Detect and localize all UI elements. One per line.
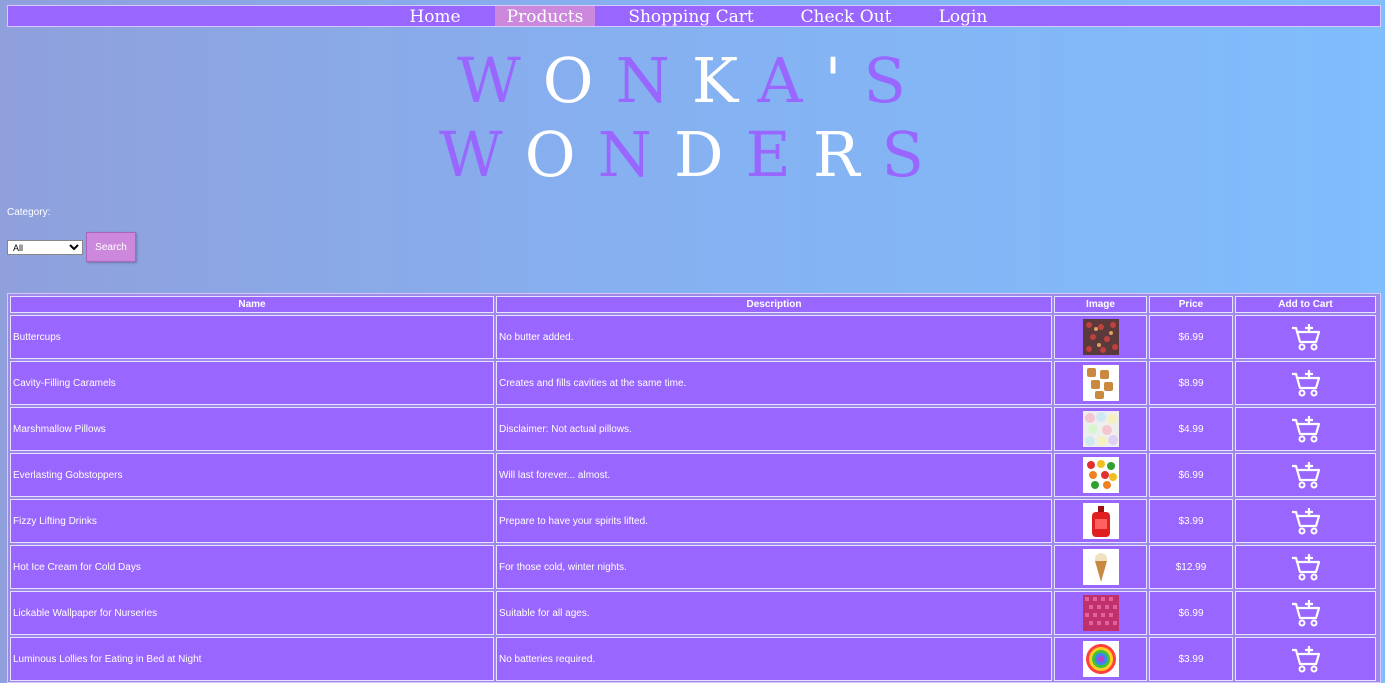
add-to-cart-button[interactable] [1235, 361, 1376, 405]
add-to-cart-button[interactable] [1235, 545, 1376, 589]
title-letter: D [673, 118, 746, 191]
header-price: Price [1149, 296, 1233, 313]
product-name: Fizzy Lifting Drinks [10, 499, 494, 543]
header-name: Name [10, 296, 494, 313]
title-letter: A [757, 44, 825, 117]
product-price: $3.99 [1149, 499, 1233, 543]
product-price: $6.99 [1149, 591, 1233, 635]
add-to-cart-button[interactable] [1235, 591, 1376, 635]
title-letter: S [863, 44, 928, 117]
caramels-image [1082, 365, 1119, 401]
product-description: No butter added. [496, 315, 1052, 359]
product-image-cell [1054, 315, 1147, 359]
table-row: Cavity-Filling Caramels Creates and fills… [10, 361, 1376, 405]
title-letter: W [457, 44, 543, 117]
product-name: Marshmallow Pillows [10, 407, 494, 451]
product-description: Creates and fills cavities at the same t… [496, 361, 1052, 405]
ice-cream-cone-image [1082, 549, 1119, 585]
title-letter: W [439, 118, 525, 191]
table-row: Buttercups No butter added. $6.99 [10, 315, 1376, 359]
product-price: $12.99 [1149, 545, 1233, 589]
table-row: Fizzy Lifting Drinks Prepare to have your… [10, 499, 1376, 543]
site-title-line2: WONDERS [0, 120, 1385, 190]
category-label: Category: [7, 207, 51, 218]
add-to-cart-button[interactable] [1235, 637, 1376, 681]
product-price: $6.99 [1149, 315, 1233, 359]
add-to-cart-icon[interactable] [1291, 553, 1321, 581]
product-description: Disclaimer: Not actual pillows. [496, 407, 1052, 451]
header-image: Image [1054, 296, 1147, 313]
marshmallow-image [1082, 411, 1119, 447]
product-image-cell [1054, 591, 1147, 635]
add-to-cart-icon[interactable] [1291, 599, 1321, 627]
table-row: Marshmallow Pillows Disclaimer: Not actua… [10, 407, 1376, 451]
title-letter: N [597, 118, 674, 191]
title-letter: R [812, 118, 882, 191]
product-image-cell [1054, 407, 1147, 451]
header-description: Description [496, 296, 1052, 313]
product-price: $6.99 [1149, 453, 1233, 497]
gobstoppers-image [1082, 457, 1119, 493]
product-name: Cavity-Filling Caramels [10, 361, 494, 405]
table-row: Luminous Lollies for Eating in Bed at Ni… [10, 637, 1376, 681]
product-name: Everlasting Gobstoppers [10, 453, 494, 497]
product-image-cell [1054, 361, 1147, 405]
wallpaper-image [1082, 595, 1119, 631]
title-letter: N [615, 44, 692, 117]
products-table: Name Description Image Price Add to Cart… [8, 294, 1378, 683]
product-description: Will last forever... almost. [496, 453, 1052, 497]
category-select[interactable]: All [7, 240, 83, 255]
product-name: Luminous Lollies for Eating in Bed at Ni… [10, 637, 494, 681]
add-to-cart-icon[interactable] [1291, 369, 1321, 397]
product-description: Suitable for all ages. [496, 591, 1052, 635]
product-image-cell [1054, 545, 1147, 589]
title-letter: O [524, 118, 598, 191]
header-add-to-cart: Add to Cart [1235, 296, 1376, 313]
table-header-row: Name Description Image Price Add to Cart [10, 296, 1376, 313]
add-to-cart-button[interactable] [1235, 407, 1376, 451]
add-to-cart-button[interactable] [1235, 453, 1376, 497]
table-row: Hot Ice Cream for Cold Days For those col… [10, 545, 1376, 589]
add-to-cart-button[interactable] [1235, 315, 1376, 359]
title-letter: ' [824, 44, 864, 117]
product-price: $8.99 [1149, 361, 1233, 405]
product-description: For those cold, winter nights. [496, 545, 1052, 589]
products-table-container: Name Description Image Price Add to Cart… [7, 293, 1381, 683]
add-to-cart-icon[interactable] [1291, 415, 1321, 443]
add-to-cart-icon[interactable] [1291, 323, 1321, 351]
title-letter: S [881, 118, 946, 191]
nav-check-out-link[interactable]: Check Out [796, 6, 896, 27]
add-to-cart-icon[interactable] [1291, 461, 1321, 489]
site-title-line1: WONKA'S [0, 46, 1385, 116]
product-description: Prepare to have your spirits lifted. [496, 499, 1052, 543]
product-image-cell [1054, 453, 1147, 497]
product-price: $4.99 [1149, 407, 1233, 451]
add-to-cart-button[interactable] [1235, 499, 1376, 543]
add-to-cart-icon[interactable] [1291, 645, 1321, 673]
table-row: Lickable Wallpaper for Nurseries Suitable… [10, 591, 1376, 635]
title-letter: E [745, 118, 813, 191]
product-price: $3.99 [1149, 637, 1233, 681]
add-to-cart-icon[interactable] [1291, 507, 1321, 535]
lollipop-image [1082, 641, 1119, 677]
product-description: No batteries required. [496, 637, 1052, 681]
product-name: Hot Ice Cream for Cold Days [10, 545, 494, 589]
title-letter: O [542, 44, 616, 117]
nav-shopping-cart-link[interactable]: Shopping Cart [626, 6, 756, 27]
table-row: Everlasting Gobstoppers Will last forever… [10, 453, 1376, 497]
product-name: Buttercups [10, 315, 494, 359]
nav-products-link[interactable]: Products [495, 6, 595, 27]
buttercups-image [1082, 319, 1119, 355]
nav-login-link[interactable]: Login [933, 6, 993, 27]
nav-home-link[interactable]: Home [403, 6, 467, 27]
product-name: Lickable Wallpaper for Nurseries [10, 591, 494, 635]
product-image-cell [1054, 499, 1147, 543]
top-nav: Home Products Shopping Cart Check Out Lo… [7, 5, 1381, 27]
title-letter: K [691, 44, 758, 117]
drink-bottle-image [1082, 503, 1119, 539]
search-button[interactable]: Search [86, 232, 136, 262]
product-image-cell [1054, 637, 1147, 681]
